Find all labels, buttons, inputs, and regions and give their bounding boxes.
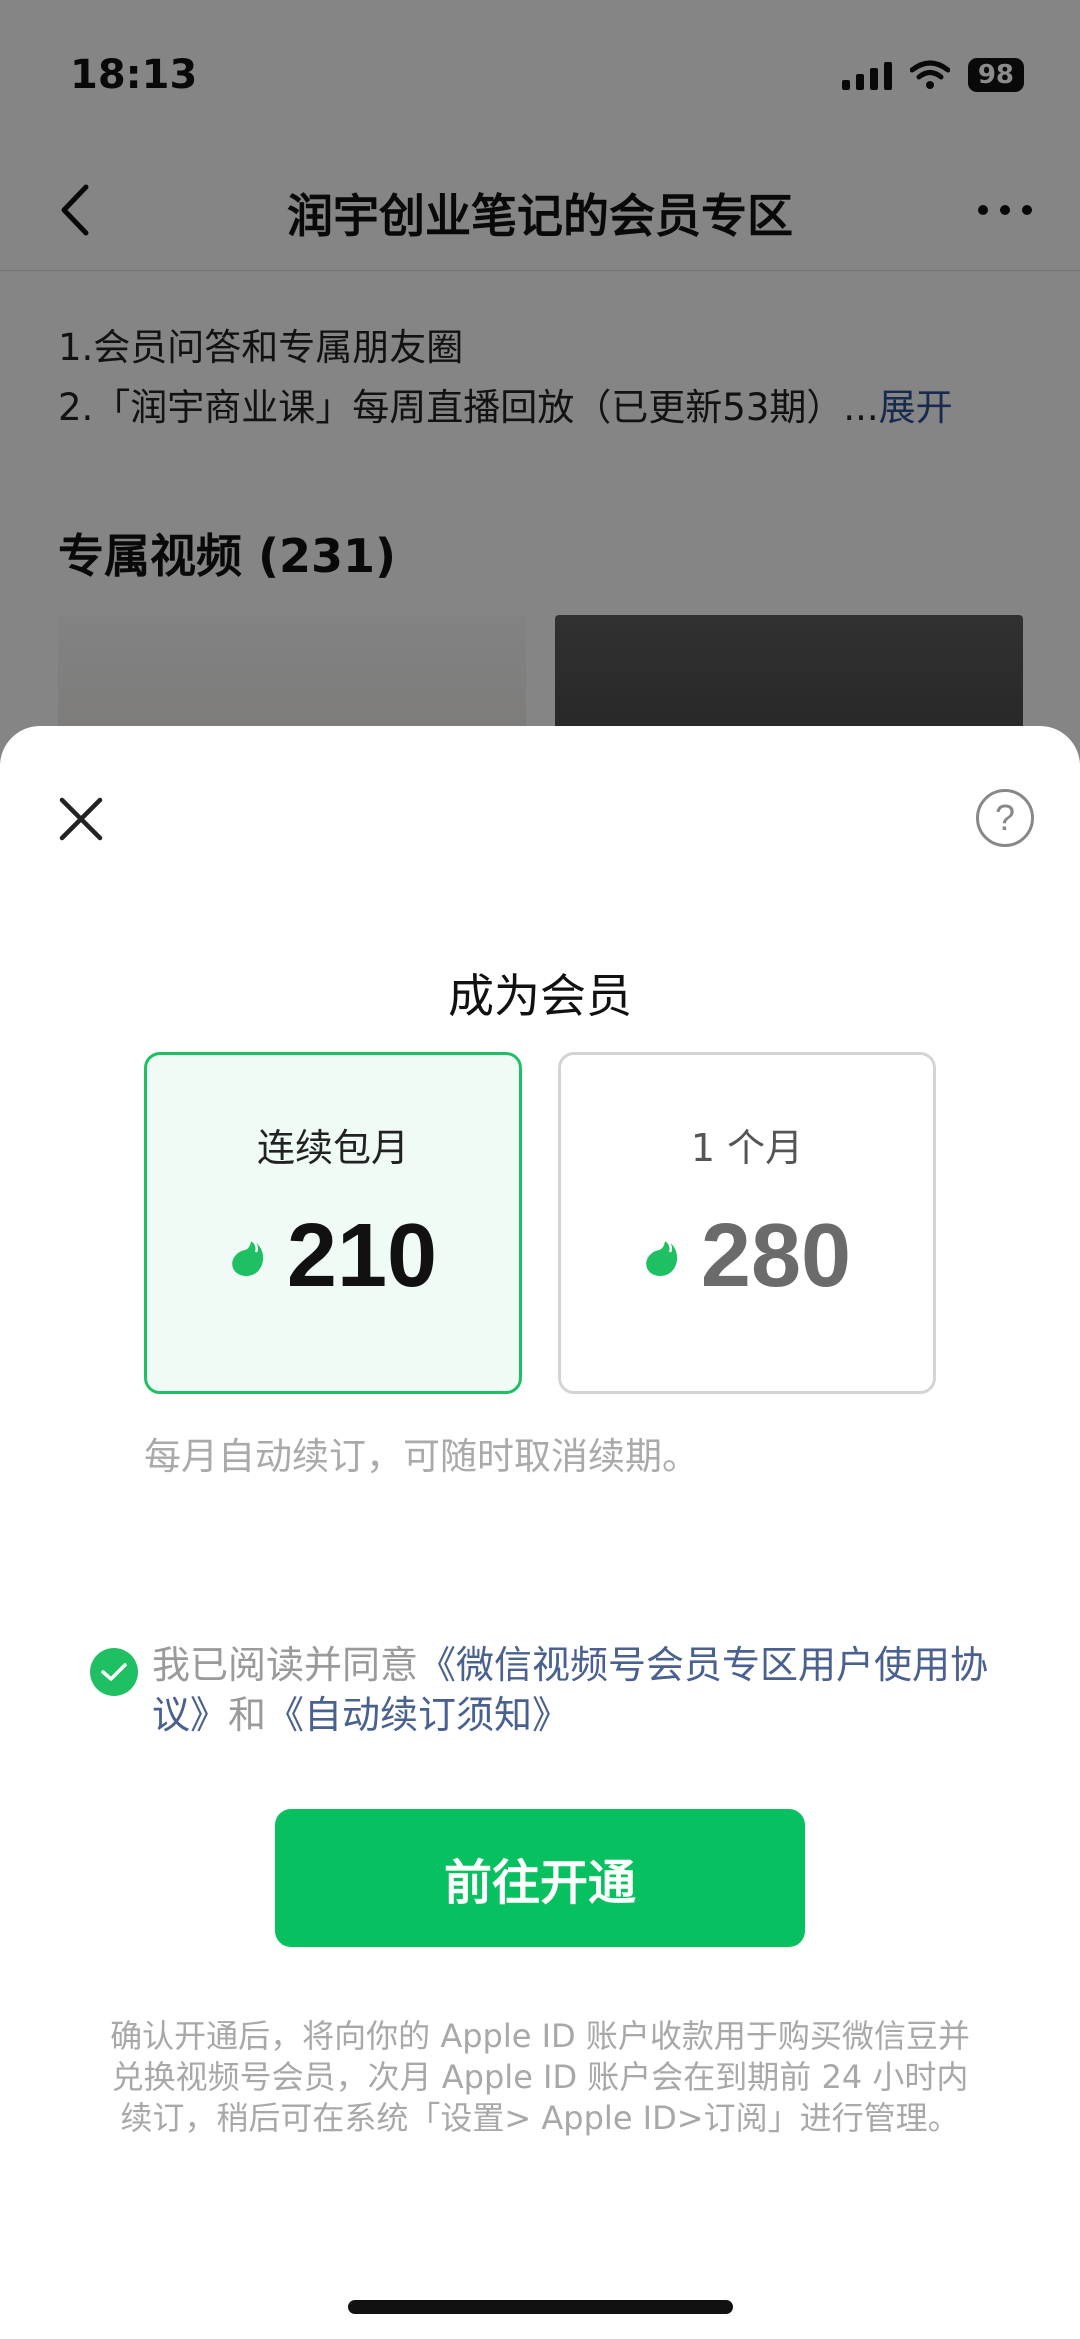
- bean-icon: [646, 1238, 678, 1276]
- agreement-row: 我已阅读并同意《微信视频号会员专区用户使用协议》和《自动续订须知》: [90, 1640, 1000, 1740]
- plan-name: 连续包月: [256, 1126, 409, 1170]
- price-value: 280: [700, 1206, 852, 1306]
- home-indicator[interactable]: [348, 2300, 733, 2314]
- plan-option-one-month[interactable]: 1 个月 280: [558, 1052, 936, 1394]
- help-icon: ?: [994, 797, 1016, 838]
- footer-note: 确认开通后，将向你的 Apple ID 账户收款用于购买微信豆并兑换视频号会员，…: [110, 2017, 970, 2137]
- close-button[interactable]: [48, 786, 114, 852]
- auto-renew-terms-link[interactable]: 《自动续订须知》: [266, 1693, 570, 1737]
- plan-price: 280: [561, 1205, 933, 1308]
- open-membership-button[interactable]: 前往开通: [275, 1809, 805, 1947]
- plan-option-monthly-auto[interactable]: 连续包月 210: [144, 1052, 522, 1394]
- close-icon: [59, 797, 103, 841]
- sheet-title: 成为会员: [448, 969, 632, 1023]
- plan-price: 210: [147, 1205, 519, 1308]
- bean-icon: [232, 1238, 264, 1276]
- renew-note: 每月自动续订，可随时取消续期。: [144, 1435, 699, 1478]
- membership-sheet: ? 成为会员 连续包月 210 1 个月 280 每月自动续订，可随时取消续期。: [0, 726, 1080, 2339]
- price-value: 210: [286, 1206, 438, 1306]
- plan-name: 1 个月: [690, 1126, 804, 1170]
- help-button[interactable]: ?: [976, 789, 1034, 847]
- check-icon[interactable]: [90, 1648, 138, 1696]
- agreement-text: 我已阅读并同意《微信视频号会员专区用户使用协议》和《自动续订须知》: [152, 1643, 989, 1737]
